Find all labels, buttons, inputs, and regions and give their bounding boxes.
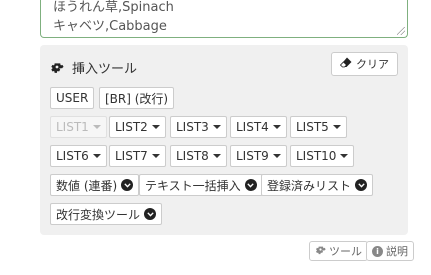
newline-convert-tool-button[interactable]: 改行変換ツール [50, 203, 163, 225]
caret-down-icon [151, 125, 160, 129]
list7-dropdown[interactable]: LIST7 [109, 145, 166, 167]
tool-label: テキスト一括挿入 [145, 178, 241, 193]
list6-dropdown[interactable]: LIST6 [50, 145, 107, 167]
text-bulk-insert-button[interactable]: テキスト一括挿入 [139, 174, 263, 196]
user-button-label: USER [56, 91, 89, 105]
list-label: LIST4 [236, 120, 269, 134]
tool-label: 改行変換ツール [56, 207, 141, 222]
eraser-icon [339, 57, 352, 71]
panel-title: 挿入ツール [72, 61, 138, 77]
caret-down-icon [340, 154, 349, 158]
tools-toggle-label: ツール [329, 245, 362, 258]
resize-grip[interactable] [397, 27, 405, 35]
list5-dropdown[interactable]: LIST5 [290, 116, 347, 138]
list-textarea[interactable]: ほうれん草,Spinach キャベツ,Cabbage [40, 0, 408, 38]
br-button-label: [BR] (改行) [105, 91, 169, 106]
list-label: LIST10 [296, 149, 337, 163]
list-label: LIST1 [56, 120, 89, 134]
insert-tool-panel: 挿入ツール クリア USER [BR] (改行) LIST1 LIST2 LIS… [40, 45, 408, 235]
chevron-circle-down-icon [121, 179, 134, 191]
caret-down-icon [92, 154, 101, 158]
br-button[interactable]: [BR] (改行) [99, 87, 175, 109]
list-label: LIST9 [236, 149, 269, 163]
list-label: LIST2 [115, 120, 148, 134]
caret-down-icon [272, 154, 281, 158]
caret-down-icon [272, 125, 281, 129]
tools-toggle-button[interactable]: ツール [309, 241, 368, 261]
textarea-line: ほうれん草,Spinach [53, 0, 174, 15]
caret-down-icon [151, 154, 160, 158]
number-sequence-button[interactable]: 数値 (連番) [50, 174, 140, 196]
chevron-circle-down-icon [355, 179, 368, 191]
chevron-circle-down-icon [244, 179, 257, 191]
caret-down-icon [332, 125, 341, 129]
list-label: LIST7 [115, 149, 148, 163]
caret-down-icon [212, 125, 221, 129]
chevron-circle-down-icon [144, 208, 157, 220]
caret-down-icon [212, 154, 221, 158]
textarea-line: キャベツ,Cabbage [53, 19, 167, 34]
tool-label: 登録済みリスト [267, 178, 352, 193]
clear-button-label: クリア [356, 58, 389, 71]
list9-dropdown[interactable]: LIST9 [230, 145, 287, 167]
list-label: LIST5 [296, 120, 329, 134]
user-button[interactable]: USER [50, 87, 95, 109]
clear-button[interactable]: クリア [331, 52, 398, 76]
list4-dropdown[interactable]: LIST4 [230, 116, 287, 138]
help-button-label: 説明 [386, 245, 408, 258]
gear-icon [315, 244, 326, 258]
tool-label: 数値 (連番) [56, 178, 118, 193]
list3-dropdown[interactable]: LIST3 [170, 116, 227, 138]
info-icon: i [372, 245, 383, 257]
gear-icon [50, 60, 64, 74]
registered-list-button[interactable]: 登録済みリスト [261, 174, 374, 196]
list-label: LIST8 [176, 149, 209, 163]
list-label: LIST3 [176, 120, 209, 134]
list8-dropdown[interactable]: LIST8 [170, 145, 227, 167]
caret-down-icon [92, 125, 101, 129]
help-button[interactable]: i 説明 [366, 241, 414, 261]
list10-dropdown[interactable]: LIST10 [290, 145, 355, 167]
list2-dropdown[interactable]: LIST2 [109, 116, 166, 138]
panel-header: 挿入ツール [50, 57, 137, 77]
list-label: LIST6 [56, 149, 89, 163]
list1-dropdown: LIST1 [50, 116, 107, 138]
